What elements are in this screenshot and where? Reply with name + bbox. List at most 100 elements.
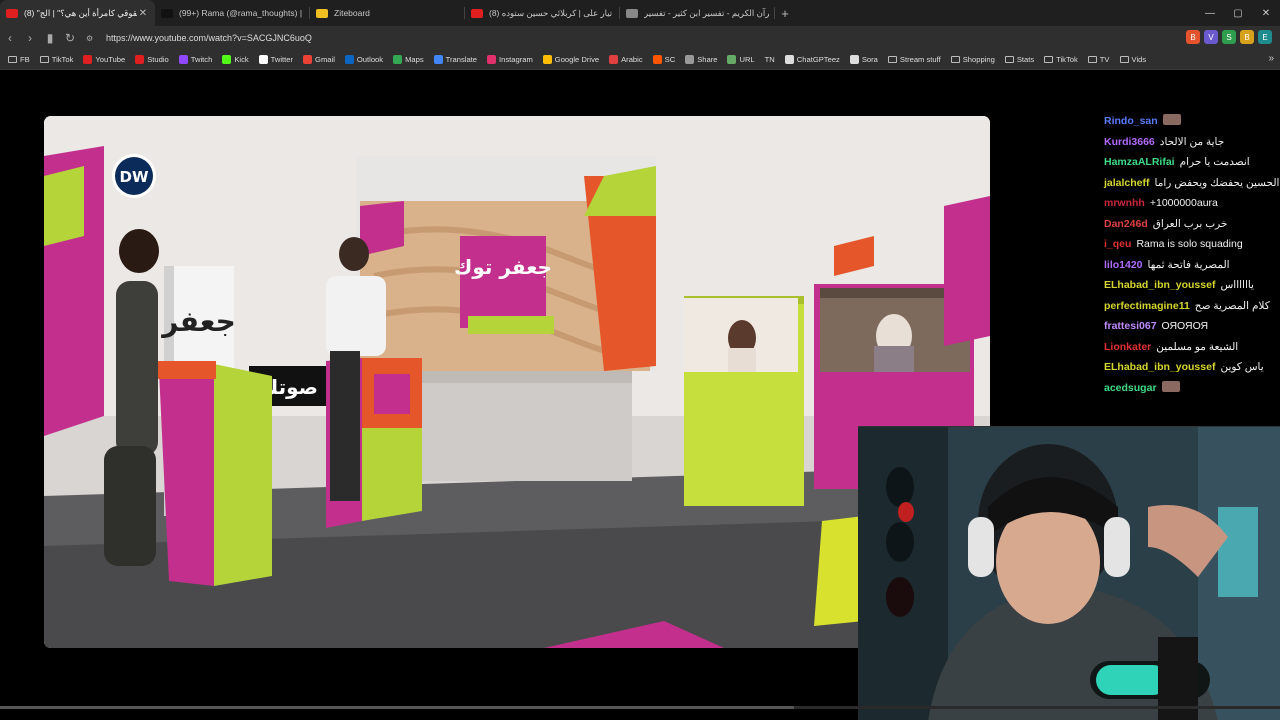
bookmark-label: Shopping	[962, 55, 995, 64]
bookmark-stats[interactable]: Stats	[1004, 55, 1034, 64]
bookmark-chatgpteez[interactable]: ChatGPTeez	[784, 55, 840, 64]
bookmark-tiktok[interactable]: TikTok	[1044, 55, 1078, 64]
bookmark-tv[interactable]: TV	[1087, 55, 1110, 64]
bookmark-gmail[interactable]: Gmail	[303, 55, 335, 64]
bookmark-kick[interactable]: Kick	[222, 55, 249, 64]
bookmark-fb[interactable]: FB	[8, 55, 30, 64]
bookmark-sora[interactable]: Sora	[849, 55, 878, 64]
tab-favicon-icon	[161, 8, 173, 18]
chat-overlay: Rindo_san Kurdi3666 جاية من الالحاد HamzaAL…	[1104, 114, 1280, 401]
tab-strip: (8) "حقوقي كامرأة أين هي؟" | الج ✕ (99+) R…	[0, 0, 775, 26]
chat-text: ОЯОЯОЯ	[1161, 320, 1209, 332]
bookmarks-bar: FB TikTok YouTube Studio Twitch Kick Twitter Gm…	[0, 50, 1280, 70]
chat-text: المصرية فاتحة ثمها	[1147, 258, 1230, 271]
tab-4[interactable]: القرآن الكريم - تفسير ابن كثير - تفسير	[620, 0, 775, 26]
chat-username: Lionkater	[1104, 340, 1152, 353]
chat-text: الشيعة مو مسلمين	[1156, 340, 1239, 353]
bookmark-url[interactable]: URL	[727, 55, 755, 64]
chat-message: Rindo_san	[1104, 114, 1280, 128]
webcam-overlay	[858, 426, 1280, 720]
brave-icon[interactable]: B	[1186, 30, 1200, 44]
forward-icon[interactable]: ›	[20, 27, 40, 49]
chat-username: i_qeu	[1104, 238, 1132, 250]
tab-2[interactable]: Ziteboard	[310, 0, 465, 26]
video-frame: جعفر توك صوتك جعفر DW	[44, 116, 990, 648]
back-icon[interactable]: ‹	[0, 27, 20, 49]
maps-icon	[393, 55, 403, 64]
chat-message: ELhabad_ibn_youssef يااااااس	[1104, 278, 1280, 292]
arabic-icon	[609, 55, 619, 64]
bookmark-twitter[interactable]: Twitter	[258, 55, 294, 64]
folder-icon	[1004, 56, 1014, 63]
video-progress-bar[interactable]	[0, 706, 1280, 709]
youtube-icon	[83, 55, 93, 64]
extensions-area: BVSBE	[1186, 30, 1272, 44]
bookmark-instagram[interactable]: Instagram	[487, 55, 533, 64]
tab-1[interactable]: (99+) Rama (@rama_thoughts) | TikT	[155, 0, 310, 26]
tab-0[interactable]: (8) "حقوقي كامرأة أين هي؟" | الج ✕	[0, 0, 155, 26]
bookmark-tn[interactable]: TN	[765, 55, 775, 64]
bookmark-stream-stuff[interactable]: Stream stuff	[887, 55, 941, 64]
chat-username: Rindo_san	[1104, 115, 1158, 127]
chat-message: Dan246d خرب برب العراق	[1104, 217, 1280, 231]
chat-message: frattesi067 ОЯОЯОЯ	[1104, 319, 1280, 333]
chat-username: mrwnhh	[1104, 197, 1145, 209]
bookmark-icon[interactable]: ▮	[40, 27, 60, 49]
url-field[interactable]: ⚙ https://www.youtube.com/watch?v=SACGJN…	[86, 29, 986, 47]
bookmark-twitch[interactable]: Twitch	[178, 55, 213, 64]
bookmark-label: Maps	[405, 55, 424, 64]
chat-username: ELhabad_ibn_youssef	[1104, 279, 1216, 291]
bookmark-sc[interactable]: SC	[652, 55, 675, 64]
tab-title: القرآن الكريم - تفسير ابن كثير - تفسير	[644, 7, 769, 18]
ext-yellow-icon[interactable]: B	[1240, 30, 1254, 44]
bookmark-label: ChatGPTeez	[796, 55, 840, 64]
chat-text: انصدمت يا حرام	[1179, 156, 1250, 168]
tab-close-icon[interactable]: ✕	[137, 8, 149, 19]
bookmark-google-drive[interactable]: Google Drive	[542, 55, 599, 64]
bookmark-maps[interactable]: Maps	[393, 55, 424, 64]
bookmark-outlook[interactable]: Outlook	[344, 55, 383, 64]
tab-title: Ziteboard	[334, 8, 370, 18]
bookmark-translate[interactable]: Translate	[433, 55, 477, 64]
ext-teal-icon[interactable]: E	[1258, 30, 1272, 44]
tab-separator	[774, 7, 775, 19]
ext-green-icon[interactable]: S	[1222, 30, 1236, 44]
bookmark-label: FB	[20, 55, 30, 64]
bookmark-shopping[interactable]: Shopping	[950, 55, 995, 64]
bookmark-label: Vids	[1131, 55, 1147, 64]
bookmark-arabic[interactable]: Arabic	[609, 55, 643, 64]
chat-username: lilo1420	[1104, 258, 1143, 271]
bookmark-label: Sora	[861, 55, 878, 64]
site-info-icon[interactable]: ⚙	[86, 34, 100, 43]
bookmarks-more-icon[interactable]: »	[1268, 53, 1274, 64]
close-window-icon[interactable]: ✕	[1252, 0, 1280, 26]
reload-icon[interactable]: ↻	[60, 27, 80, 49]
vpn-icon[interactable]: V	[1204, 30, 1218, 44]
folder-icon	[950, 56, 960, 63]
folder-icon	[1044, 56, 1054, 63]
chat-message: HamzaALRifai انصدمت يا حرام	[1104, 155, 1280, 169]
chat-text: كلام المصرية صح	[1194, 299, 1270, 312]
bookmark-youtube[interactable]: YouTube	[83, 55, 125, 64]
bookmark-tiktok[interactable]: TikTok	[39, 55, 73, 64]
chat-text: ياس كوين	[1220, 361, 1264, 373]
tab-title: (8) تيار على | كربلائي حسين ستوده	[489, 7, 613, 18]
url-text: https://www.youtube.com/watch?v=SACGJNC6…	[106, 33, 312, 43]
minimize-icon[interactable]: —	[1196, 0, 1224, 26]
folder-icon	[887, 56, 897, 63]
bookmark-studio[interactable]: Studio	[135, 55, 169, 64]
chat-message: jalalcheff الحسين يحفضك ويحفض راما	[1104, 176, 1280, 190]
maximize-icon[interactable]: ▢	[1224, 0, 1252, 26]
tab-favicon-icon	[6, 8, 18, 18]
folder-icon	[1119, 56, 1129, 63]
bookmark-vids[interactable]: Vids	[1119, 55, 1147, 64]
tab-3[interactable]: (8) تيار على | كربلائي حسين ستوده	[465, 0, 620, 26]
bookmark-label: Arabic	[621, 55, 643, 64]
new-tab-button[interactable]: +	[775, 6, 795, 21]
chat-username: Dan246d	[1104, 217, 1148, 230]
bookmark-label: Twitch	[190, 55, 213, 64]
bookmark-share[interactable]: Share	[685, 55, 717, 64]
chat-text: جاية من الالحاد	[1159, 135, 1225, 148]
video-player[interactable]: جعفر توك صوتك جعفر DW	[44, 116, 990, 648]
bookmark-label: Twitter	[270, 55, 294, 64]
